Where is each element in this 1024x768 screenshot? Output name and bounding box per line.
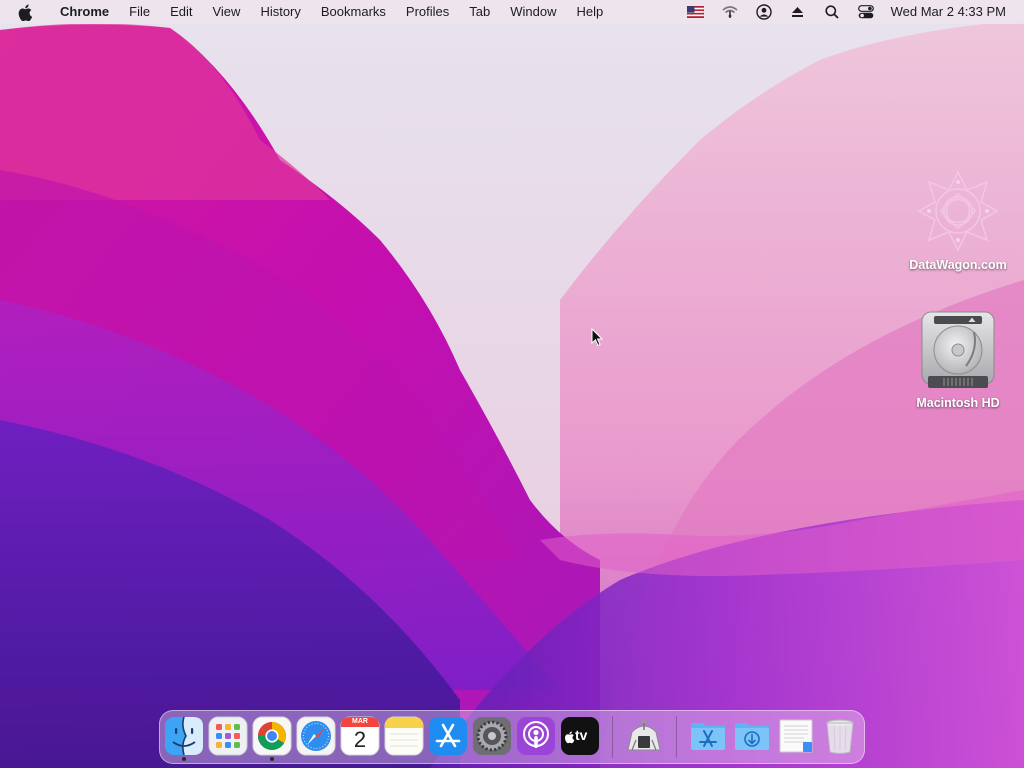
- apple-tv-label: tv: [575, 727, 588, 743]
- status-area: Wed Mar 2 4:33 PM: [679, 0, 1024, 24]
- us-flag-input-icon[interactable]: [679, 0, 713, 24]
- dock-separator: [676, 716, 677, 758]
- dock-chrome[interactable]: [252, 716, 292, 756]
- applications-folder-icon: [691, 723, 725, 750]
- calendar-day: 2: [353, 727, 367, 752]
- downloads-folder-icon: [735, 723, 769, 750]
- menu-bar-clock[interactable]: Wed Mar 2 4:33 PM: [883, 0, 1024, 24]
- wifi-icon[interactable]: [713, 0, 747, 24]
- dock-finder[interactable]: [164, 716, 204, 756]
- desktop-icon-macintosh-hd[interactable]: Macintosh HD: [898, 310, 1018, 410]
- wallpaper: [0, 0, 1024, 768]
- menu-history[interactable]: History: [250, 0, 310, 24]
- finder-icon: [165, 716, 203, 756]
- datawagon-logo-icon: [917, 170, 999, 252]
- menu-window[interactable]: Window: [500, 0, 566, 24]
- dock-podcasts[interactable]: [516, 716, 556, 756]
- launchpad-icon: [208, 716, 248, 756]
- dock-trash[interactable]: [820, 716, 860, 756]
- chrome-icon: [252, 716, 292, 756]
- menu-bar: Chrome File Edit View History Bookmarks …: [0, 0, 1024, 24]
- control-center-icon[interactable]: [849, 0, 883, 24]
- finder-running-indicator: [182, 757, 186, 761]
- dock-calendar[interactable]: MAR 2: [340, 716, 380, 756]
- eject-icon[interactable]: [781, 0, 815, 24]
- menu-tab[interactable]: Tab: [459, 0, 500, 24]
- dock-notes[interactable]: [384, 716, 424, 756]
- dock-applications-folder[interactable]: [688, 716, 728, 756]
- safari-icon: [296, 716, 336, 756]
- hard-drive-icon: [921, 311, 995, 388]
- desktop-icon-label: Macintosh HD: [916, 396, 1000, 410]
- dock-downloads-folder[interactable]: [732, 716, 772, 756]
- menu-view[interactable]: View: [202, 0, 250, 24]
- mouse-pointer-icon: [591, 328, 603, 347]
- chrome-running-indicator: [270, 757, 274, 761]
- dock-launchpad[interactable]: [208, 716, 248, 756]
- dock-document[interactable]: [776, 716, 816, 756]
- dock-system-preferences[interactable]: [472, 716, 512, 756]
- system-preferences-icon: [473, 717, 511, 755]
- trash-icon: [826, 719, 854, 754]
- podcasts-icon: [517, 717, 555, 755]
- menu-help[interactable]: Help: [567, 0, 614, 24]
- installer-icon: [627, 719, 661, 751]
- document-icon: [779, 719, 813, 753]
- calendar-month: MAR: [352, 718, 368, 725]
- apple-menu-icon[interactable]: [18, 3, 34, 21]
- dock-installer[interactable]: [624, 716, 664, 756]
- menu-app-name[interactable]: Chrome: [50, 0, 119, 24]
- dock-safari[interactable]: [296, 716, 336, 756]
- notes-icon: [384, 716, 424, 756]
- desktop: [0, 0, 1024, 768]
- desktop-icon-label: DataWagon.com: [909, 258, 1007, 272]
- desktop-icon-datawagon[interactable]: DataWagon.com: [898, 168, 1018, 272]
- menu-profiles[interactable]: Profiles: [396, 0, 459, 24]
- user-account-icon[interactable]: [747, 0, 781, 24]
- menu-edit[interactable]: Edit: [160, 0, 202, 24]
- dock-apple-tv[interactable]: tv: [560, 716, 600, 756]
- dock-app-store[interactable]: [428, 716, 468, 756]
- spotlight-search-icon[interactable]: [815, 0, 849, 24]
- menu-bookmarks[interactable]: Bookmarks: [311, 0, 396, 24]
- dock-separator: [612, 716, 613, 758]
- app-store-icon: [429, 717, 467, 755]
- menu-file[interactable]: File: [119, 0, 160, 24]
